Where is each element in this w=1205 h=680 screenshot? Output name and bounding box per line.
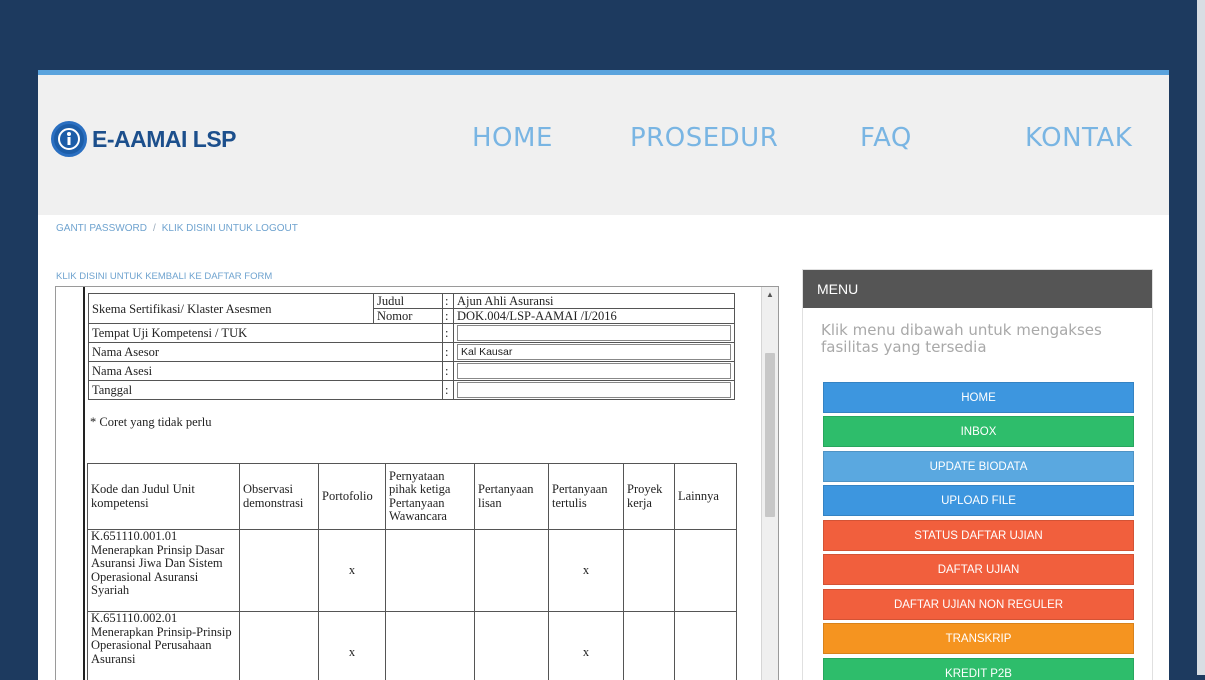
judul-value: Ajun Ahli Asuransi xyxy=(454,294,735,309)
menu-upload-file-button[interactable]: UPLOAD FILE xyxy=(823,485,1134,516)
colon: : xyxy=(443,362,454,381)
colon: : xyxy=(443,324,454,343)
nav-kontak[interactable]: KONTAK xyxy=(1025,123,1132,153)
competency-table: Kode dan Judul Unit kompetensi Observasi… xyxy=(87,463,737,680)
menu-kredit-p2b-button[interactable]: KREDIT P2B xyxy=(823,658,1134,680)
nomor-label: Nomor xyxy=(374,309,443,324)
menu-panel: MENU Klik menu dibawah untuk mengakses f… xyxy=(802,269,1153,680)
asesor-label: Nama Asesor xyxy=(89,343,443,362)
scroll-up-arrow-icon[interactable]: ▲ xyxy=(766,290,774,299)
tanggal-label: Tanggal xyxy=(89,381,443,400)
mark-cell xyxy=(240,612,319,680)
table-header: Pertanyaan tertulis xyxy=(549,464,624,530)
table-header: Lainnya xyxy=(675,464,737,530)
colon: : xyxy=(443,309,454,324)
document-scrollbar[interactable]: ▲ xyxy=(761,287,778,680)
document-margin-line xyxy=(83,287,85,680)
colon: : xyxy=(443,294,454,309)
menu-daftar-ujian-button[interactable]: DAFTAR UJIAN xyxy=(823,554,1134,585)
nav-home[interactable]: HOME xyxy=(472,123,553,153)
tuk-field[interactable] xyxy=(457,325,731,341)
mark-cell xyxy=(386,612,475,680)
menu-inbox-button[interactable]: INBOX xyxy=(823,416,1134,447)
back-to-form-list-link[interactable]: KLIK DISINI UNTUK KEMBALI KE DAFTAR FORM xyxy=(56,271,272,282)
asesi-label: Nama Asesi xyxy=(89,362,443,381)
window-edge xyxy=(1197,0,1205,675)
tuk-label: Tempat Uji Kompetensi / TUK xyxy=(89,324,443,343)
link-separator: / xyxy=(153,223,156,234)
site-logo[interactable]: E-AAMAI LSP xyxy=(51,121,236,157)
note-text: * Coret yang tidak perlu xyxy=(90,415,212,430)
colon: : xyxy=(443,381,454,400)
tanggal-field[interactable] xyxy=(457,382,731,398)
mark-cell: x xyxy=(549,530,624,612)
mark-cell xyxy=(624,530,675,612)
table-row: K.651110.001.01 Menerapkan Prinsip Dasar… xyxy=(88,530,737,612)
table-header: Proyek kerja xyxy=(624,464,675,530)
nav-prosedur[interactable]: PROSEDUR xyxy=(630,123,778,153)
table-header: Pernyataan pihak ketiga Pertanyaan Wawan… xyxy=(386,464,475,530)
asesi-field[interactable] xyxy=(457,363,731,379)
scroll-thumb[interactable] xyxy=(765,353,775,517)
mark-cell xyxy=(624,612,675,680)
unit-cell: K.651110.001.01 Menerapkan Prinsip Dasar… xyxy=(88,530,240,612)
logo-icon xyxy=(51,121,87,157)
menu-home-button[interactable]: HOME xyxy=(823,382,1134,413)
change-password-link[interactable]: GANTI PASSWORD xyxy=(56,223,147,234)
table-row: K.651110.002.01 Menerapkan Prinsip-Prins… xyxy=(88,612,737,680)
page: E-AAMAI LSP HOME PROSEDUR FAQ KONTAK GAN… xyxy=(38,70,1169,680)
asesor-field[interactable]: Kal Kausar xyxy=(457,344,731,360)
mark-cell: x xyxy=(319,530,386,612)
mark-cell xyxy=(386,530,475,612)
mark-cell: x xyxy=(319,612,386,680)
account-links: GANTI PASSWORD / KLIK DISINI UNTUK LOGOUT xyxy=(56,223,298,234)
logo-text: E-AAMAI LSP xyxy=(92,126,236,153)
menu-title: MENU xyxy=(803,270,1152,308)
table-header: Observasi demonstrasi xyxy=(240,464,319,530)
mark-cell xyxy=(475,530,549,612)
menu-daftar-ujian-non-reguler-button[interactable]: DAFTAR UJIAN NON REGULER xyxy=(823,589,1134,620)
skema-label: Skema Sertifikasi/ Klaster Asesmen xyxy=(89,294,374,324)
document-viewer[interactable]: Skema Sertifikasi/ Klaster Asesmen Judul… xyxy=(55,286,779,680)
logout-link[interactable]: KLIK DISINI UNTUK LOGOUT xyxy=(162,223,298,234)
nomor-value: DOK.004/LSP-AAMAI /I/2016 xyxy=(454,309,735,324)
mark-cell xyxy=(675,612,737,680)
menu-update-biodata-button[interactable]: UPDATE BIODATA xyxy=(823,451,1134,482)
mark-cell xyxy=(240,530,319,612)
colon: : xyxy=(443,343,454,362)
site-header: E-AAMAI LSP HOME PROSEDUR FAQ KONTAK xyxy=(38,75,1169,215)
table-header: Portofolio xyxy=(319,464,386,530)
table-header: Kode dan Judul Unit kompetensi xyxy=(88,464,240,530)
judul-label: Judul xyxy=(374,294,443,309)
unit-cell: K.651110.002.01 Menerapkan Prinsip-Prins… xyxy=(88,612,240,680)
menu-status-daftar-ujian-button[interactable]: STATUS DAFTAR UJIAN xyxy=(823,520,1134,551)
nav-faq[interactable]: FAQ xyxy=(860,123,912,153)
menu-description: Klik menu dibawah untuk mengakses fasili… xyxy=(821,322,1121,356)
assessment-info-table: Skema Sertifikasi/ Klaster Asesmen Judul… xyxy=(88,293,735,400)
menu-transkrip-button[interactable]: TRANSKRIP xyxy=(823,623,1134,654)
mark-cell xyxy=(475,612,549,680)
mark-cell: x xyxy=(549,612,624,680)
table-header: Pertanyaan lisan xyxy=(475,464,549,530)
mark-cell xyxy=(675,530,737,612)
